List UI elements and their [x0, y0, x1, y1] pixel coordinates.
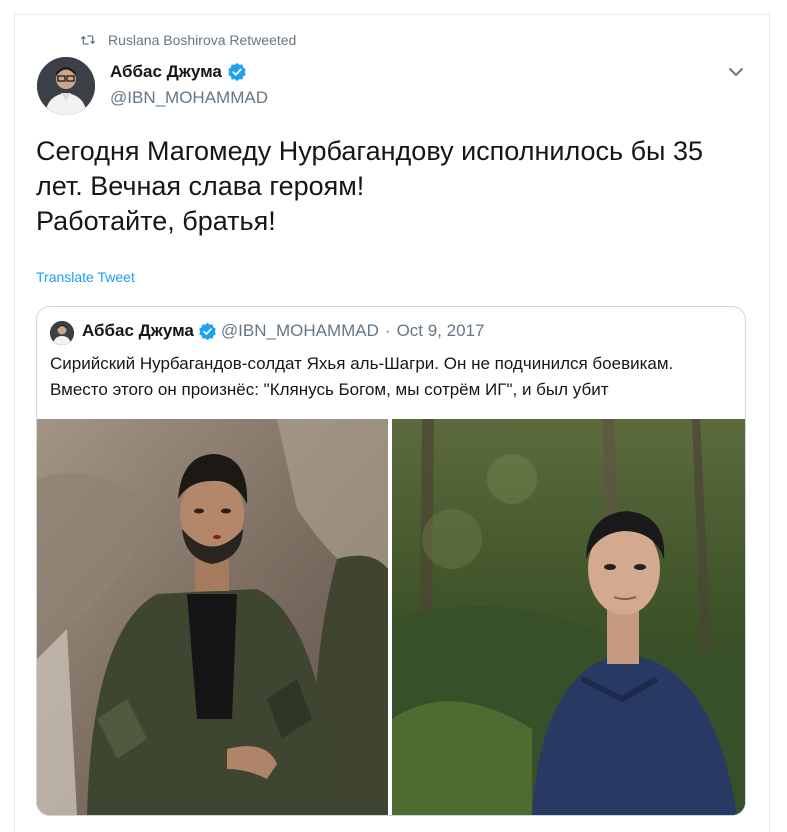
retweet-label[interactable]: Ruslana Boshirova Retweeted — [108, 32, 296, 48]
chevron-down-icon[interactable] — [726, 62, 746, 82]
author-name[interactable]: Аббас Джума — [110, 62, 222, 82]
author-name-row: Аббас Джума — [110, 62, 247, 82]
author-handle[interactable]: @IBN_MOHAMMAD — [110, 88, 268, 108]
quoted-header: Аббас Джума @IBN_MOHAMMAD · Oct 9, 2017 — [82, 321, 484, 341]
quoted-photo-1[interactable] — [37, 419, 388, 815]
author-avatar[interactable] — [37, 57, 95, 115]
quoted-photo-2[interactable] — [392, 419, 745, 815]
quoted-date[interactable]: Oct 9, 2017 — [397, 321, 485, 341]
tweet-text: Сегодня Магомеду Нурбагандову исполнилос… — [36, 136, 703, 236]
quoted-author-handle[interactable]: @IBN_MOHAMMAD — [221, 321, 379, 341]
verified-badge-icon — [199, 322, 216, 340]
quoted-text: Сирийский Нурбагандов-солдат Яхья аль-Ша… — [50, 354, 674, 399]
retweet-icon — [80, 35, 96, 45]
retweet-context: Ruslana Boshirova Retweeted — [80, 30, 296, 50]
verified-badge-icon — [228, 62, 246, 82]
translate-tweet-link[interactable]: Translate Tweet — [36, 269, 135, 285]
quoted-author-avatar[interactable] — [50, 321, 74, 345]
header-separator: · — [384, 321, 391, 340]
quoted-author-name[interactable]: Аббас Джума — [82, 321, 194, 341]
quoted-tweet[interactable]: Аббас Джума @IBN_MOHAMMAD · Oct 9, 2017 … — [36, 306, 746, 816]
